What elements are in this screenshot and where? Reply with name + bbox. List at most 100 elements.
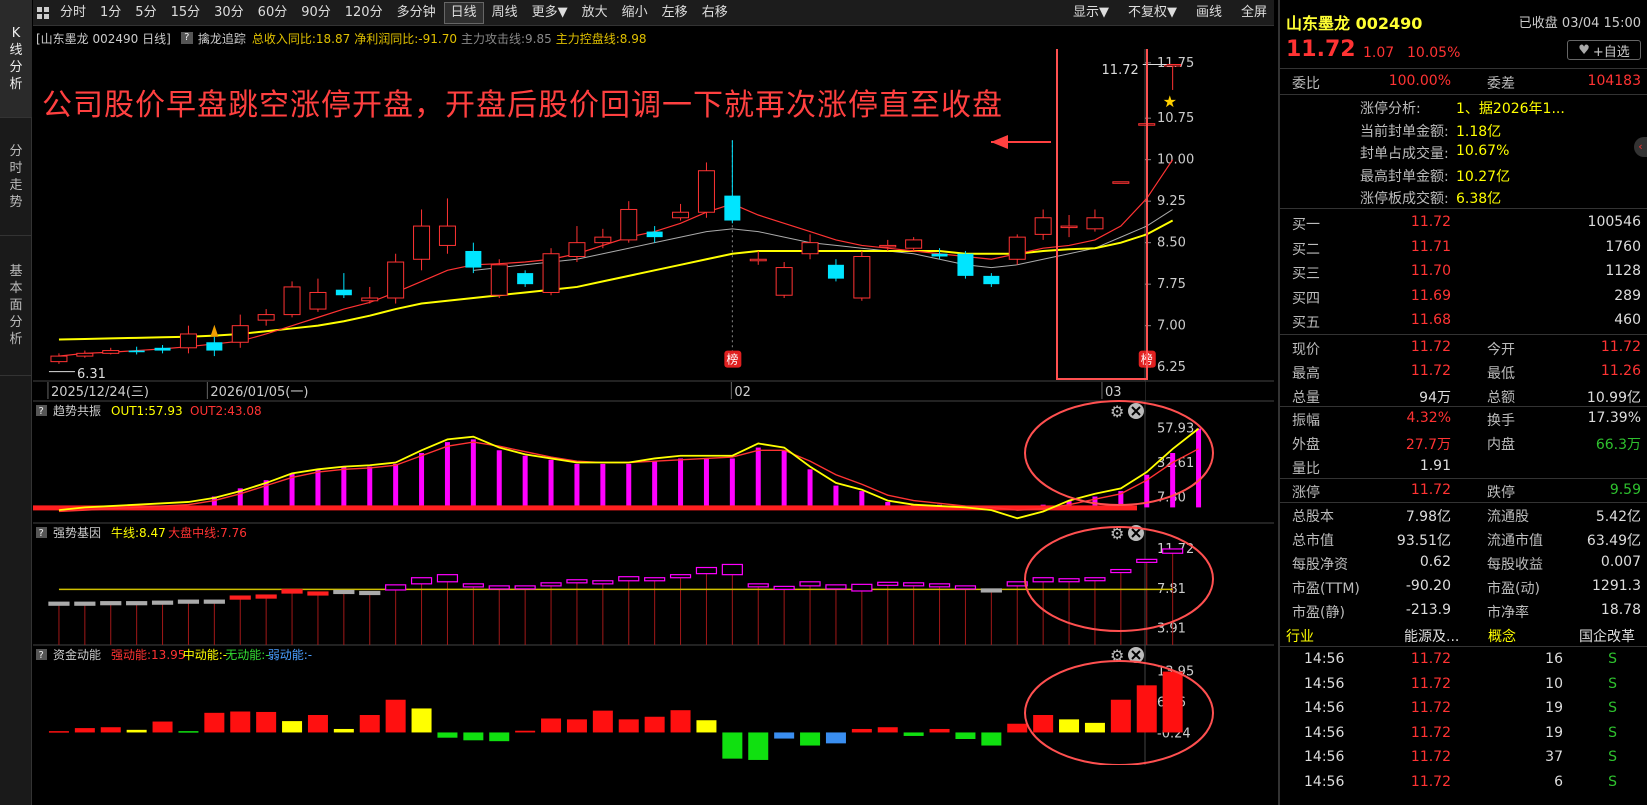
sub2-box-26 [721, 563, 743, 576]
sub3-bar-41 [1110, 699, 1131, 733]
info-field-2: 主力攻击线:9.85 [460, 31, 552, 46]
quote-val-a1: 11.72 [1410, 363, 1451, 379]
limit-info-key-2: 封单占成交量: [1360, 146, 1449, 162]
sub1-bar-21 [600, 463, 606, 508]
industry-value[interactable]: 能源及... [1404, 626, 1459, 646]
fund-key-a3: 市盈(TTM) [1292, 581, 1360, 597]
sub3-field-3: 弱动能:- [268, 648, 312, 662]
toolbar-btn-10[interactable]: 周线 [486, 2, 524, 24]
sub1-bar-23 [652, 461, 658, 508]
sub2-box-38 [1032, 577, 1054, 583]
sub2-box-17 [488, 585, 510, 590]
price-tick-4: 8.50 [1157, 236, 1186, 251]
heart-icon: ♥ [1578, 42, 1590, 58]
price-tick-5: 7.75 [1157, 277, 1186, 292]
sub3-bar-33 [903, 732, 924, 736]
toolbar-btn-0[interactable]: 分时 [54, 2, 92, 24]
candle-body-4 [154, 347, 171, 351]
sub2-tick-2: 3.91 [1157, 622, 1186, 637]
sub2-box-23 [644, 577, 666, 582]
sub3-bar-18 [515, 730, 536, 733]
sub3-bar-20 [566, 719, 587, 733]
toolbar-right-btn-2[interactable]: 画线 [1190, 2, 1228, 24]
chart-annotation: 公司股价早盘跳空涨停开盘，开盘后股价回调一下就再次涨停直至收盘 [42, 88, 1003, 123]
help-icon[interactable]: ? [180, 32, 193, 44]
sub3-bar-35 [955, 732, 976, 739]
toolbar-btn-8[interactable]: 多分钟 [391, 2, 442, 24]
toolbar-btn-14[interactable]: 左移 [656, 2, 694, 24]
sub3-bar-31 [851, 728, 872, 733]
weicha-label: 委差 [1487, 76, 1515, 92]
grid-menu-icon[interactable] [34, 2, 52, 24]
toolbar-btn-9[interactable]: 日线 [443, 1, 484, 24]
fund-val-a4: -213.9 [1405, 602, 1451, 618]
collapse-arrow-icon[interactable]: ‹ [1634, 137, 1647, 157]
toolbar-right-btn-3[interactable]: 全屏 [1235, 2, 1273, 24]
sub2-box-41 [1110, 568, 1132, 574]
rank-badge-0: 榜 [724, 350, 742, 368]
sub3-bar-19 [541, 718, 562, 733]
sub2-box-21 [592, 580, 614, 585]
rocket-icon [210, 324, 219, 337]
sub2-box-7 [229, 595, 251, 600]
sub3-bar-0 [48, 731, 69, 733]
toolbar-btn-12[interactable]: 放大 [576, 2, 614, 24]
fund-val-a2: 0.62 [1419, 554, 1451, 570]
fund-key-b0: 流通股 [1487, 509, 1529, 525]
toolbar-btn-1[interactable]: 1分 [94, 2, 127, 24]
sub2-box-16 [462, 583, 484, 588]
sub1-gear-icon[interactable]: ⚙ [1110, 402, 1124, 421]
candle-body-12 [361, 297, 379, 302]
toolbar-btn-5[interactable]: 60分 [252, 2, 294, 24]
tab-intraday[interactable]: 分时走势 [0, 118, 32, 236]
sub3-gear-icon[interactable]: ⚙ [1110, 646, 1124, 665]
sub3-bar-11 [333, 728, 354, 733]
toolbar-btn-7[interactable]: 120分 [339, 2, 389, 24]
toolbar-right-btn-0[interactable]: 显示▼ [1067, 2, 1115, 24]
sub2-box-12 [359, 590, 381, 596]
tick-price-2: 11.72 [1410, 700, 1451, 716]
tab-k-line[interactable]: K线分析 [0, 0, 32, 118]
fund-val-b3: 1291.3 [1592, 578, 1641, 594]
market-status: 已收盘 03/04 15:00 [1518, 16, 1641, 31]
indicator-name[interactable]: 擒龙追踪 [198, 30, 246, 47]
candle-body-6 [206, 342, 223, 351]
toolbar-btn-3[interactable]: 15分 [165, 2, 207, 24]
concept-label: 概念 [1488, 629, 1516, 645]
toolbar-btn-6[interactable]: 90分 [295, 2, 337, 24]
toolbar-btn-13[interactable]: 缩小 [616, 2, 654, 24]
tab-fundamentals[interactable]: 基本面分析 [0, 236, 32, 376]
tick-time-1: 14:56 [1304, 675, 1345, 692]
date-label-2: 02 [734, 385, 751, 400]
toolbar-btn-2[interactable]: 5分 [129, 2, 162, 24]
sub3-bar-17 [489, 732, 510, 742]
toolbar-right-btn-1[interactable]: 不复权▼ [1122, 2, 1183, 24]
candle-body-27 [749, 258, 767, 262]
price-change: 1.07 [1363, 45, 1395, 61]
concept-value[interactable]: 国企改革 [1579, 626, 1635, 646]
toolbar-btn-11[interactable]: 更多▼ [526, 2, 574, 24]
quote-key-a2: 总量 [1292, 390, 1320, 406]
sub1-help-q: ? [39, 406, 44, 417]
sub1-bar-18 [522, 455, 528, 508]
quote2-val-a1: 27.7万 [1405, 437, 1451, 453]
toolbar-btn-4[interactable]: 30分 [208, 2, 250, 24]
sub3-bar-16 [463, 732, 484, 741]
sub2-box-36 [980, 588, 1002, 593]
chart-area[interactable]: 11.75 10.75 10.00 9.25 8.50 7.75 7.00 6.25 11.72… [33, 49, 1274, 765]
limit-info-val-1: 1.18亿 [1456, 123, 1502, 140]
add-watchlist-button[interactable]: ♥ +自选 [1567, 40, 1641, 60]
sub2-box-28 [773, 585, 795, 590]
sub2-box-22 [618, 576, 640, 582]
sub3-help-q: ? [39, 650, 44, 661]
sub1-tick-0: 57.93 [1157, 422, 1194, 437]
sub2-box-13 [385, 584, 407, 591]
candle-body-43 [1164, 63, 1182, 67]
date-label-1: 2026/01/05(一) [210, 385, 308, 400]
toolbar-btn-15[interactable]: 右移 [696, 2, 734, 24]
sub1-bar-12 [367, 466, 373, 508]
bid-volume-3: 289 [1614, 287, 1641, 304]
left-tabs: K线分析 分时走势 基本面分析 [0, 0, 32, 805]
sub3-title: 资金动能 [53, 647, 101, 662]
limit-info-val-0: 1、据2026年1... [1456, 101, 1565, 117]
